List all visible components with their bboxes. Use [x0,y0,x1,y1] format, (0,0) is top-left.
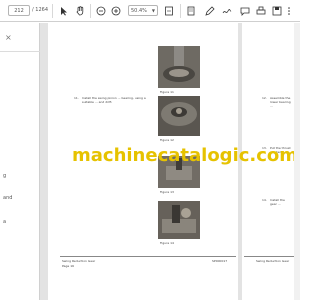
figure-caption: Figure 12 [160,138,174,142]
left-sidebar-panel: × g and a [0,23,40,300]
save-icon[interactable] [272,4,282,18]
footer-rule [60,256,236,257]
sidebar-text-fragment: g [3,173,7,179]
zoom-level-select[interactable]: 50.4% ▼ [128,5,158,16]
vertical-scrollbar[interactable] [294,23,300,300]
sidebar-text-fragment: and [3,195,13,201]
close-icon[interactable]: × [5,33,12,42]
toolbar-divider [90,4,91,18]
comment-icon[interactable] [240,4,250,18]
figure-caption: Figure 13 [160,190,174,194]
fit-page-icon[interactable] [164,4,174,18]
figure-image [158,201,200,239]
step-text: Install the swing pinion ... bearing, us… [82,96,146,104]
step-number: 11. [74,96,79,100]
hand-icon[interactable] [76,4,85,18]
more-icon[interactable] [287,4,291,18]
toolbar: 212 / 1264 50.4% ▼ [0,0,300,22]
sign-icon[interactable] [222,4,232,18]
zoom-in-icon[interactable] [111,4,121,18]
figure-caption: Figure 14 [160,241,174,245]
footer-title: Swing Reduction Gear [62,259,96,263]
watermark-text: machinecatalogic.com [72,145,299,166]
chevron-down-icon: ▼ [151,8,155,13]
pointer-icon[interactable] [60,4,68,18]
footer-page-number: Page 16 [62,264,75,268]
figure-image [158,46,200,88]
sidebar-text-fragment: a [3,219,7,225]
toolbar-divider [52,4,53,18]
annotate-icon[interactable] [205,4,215,18]
sidebar-divider [0,51,40,52]
footer-title-right: Swing Reduction Gear [256,259,290,263]
step-number: 14. [262,198,267,202]
page-view-icon[interactable] [186,4,196,18]
figure-caption: Figure 11 [160,90,174,94]
toolbar-divider [180,4,181,18]
footer-rule [244,256,294,257]
footer-doc-code: SP000017 [212,259,228,263]
print-icon[interactable] [256,4,266,18]
step-number: 12. [262,96,267,100]
figure-image [158,96,200,136]
step-text: Install the gear ... [270,198,285,206]
step-text: Assemble the lower bearing ... [270,96,291,108]
page-total: / 1264 [32,7,48,13]
zoom-level-value: 50.4% [131,7,147,14]
page-number-input[interactable]: 212 [8,5,30,16]
zoom-out-icon[interactable] [96,4,106,18]
